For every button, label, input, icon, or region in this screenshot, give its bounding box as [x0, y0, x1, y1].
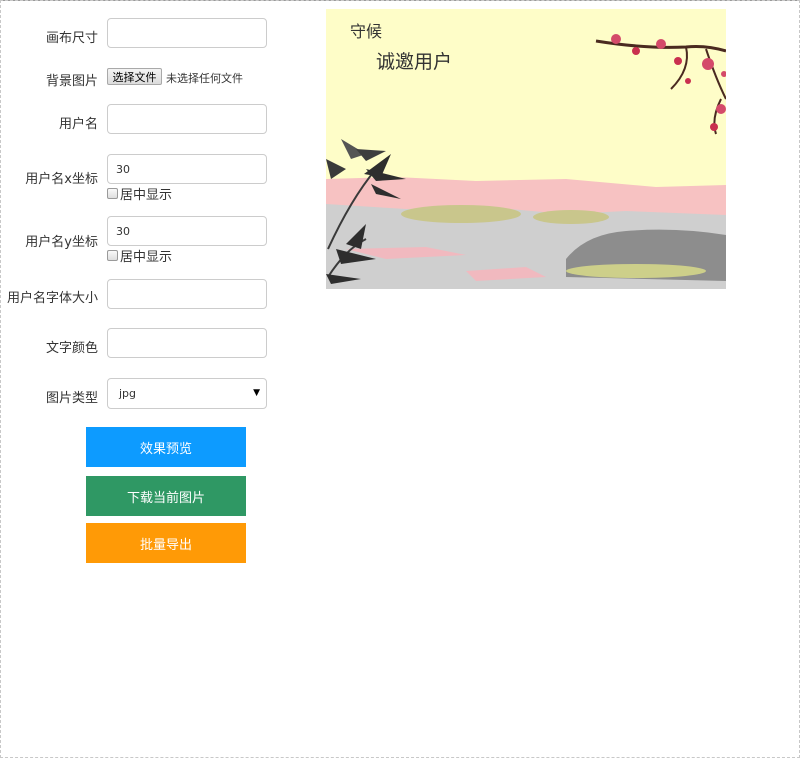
username-input[interactable]	[107, 104, 267, 134]
image-type-label: 图片类型	[45, 391, 98, 406]
username-y-label: 用户名y坐标	[25, 235, 98, 250]
center-y-option[interactable]: 居中显示	[107, 246, 172, 265]
batch-export-button[interactable]: 批量导出	[86, 523, 246, 563]
text-color-input[interactable]	[107, 328, 267, 358]
username-y-input[interactable]: 30	[107, 216, 267, 246]
canvas-size-input[interactable]	[107, 18, 267, 48]
preview-invite-text: 诚邀用户	[376, 51, 453, 73]
preview-username-text: 守候	[350, 22, 383, 41]
font-size-label: 用户名字体大小	[6, 291, 98, 306]
preview-button[interactable]: 效果预览	[86, 427, 246, 467]
file-status-text: 未选择任何文件	[166, 72, 243, 85]
center-y-checkbox[interactable]	[107, 250, 118, 261]
center-x-option[interactable]: 居中显示	[107, 184, 172, 203]
dropdown-arrow-icon: ▼	[253, 388, 260, 398]
center-x-label: 居中显示	[120, 188, 173, 203]
center-x-checkbox[interactable]	[107, 188, 118, 199]
background-image-label: 背景图片	[45, 74, 98, 89]
canvas-size-label: 画布尺寸	[45, 31, 98, 46]
image-type-select[interactable]: jpg ▼	[107, 378, 267, 409]
choose-file-button[interactable]: 选择文件	[107, 68, 162, 85]
download-button[interactable]: 下载当前图片	[86, 476, 246, 516]
center-y-label: 居中显示	[120, 250, 173, 265]
text-color-label: 文字颜色	[45, 341, 98, 356]
font-size-input[interactable]	[107, 279, 267, 309]
username-label: 用户名	[58, 117, 98, 132]
username-x-input[interactable]: 30	[107, 154, 267, 184]
username-x-label: 用户名x坐标	[25, 172, 98, 187]
preview-image: 守候 诚邀用户	[326, 9, 726, 289]
image-type-value: jpg	[119, 387, 137, 400]
